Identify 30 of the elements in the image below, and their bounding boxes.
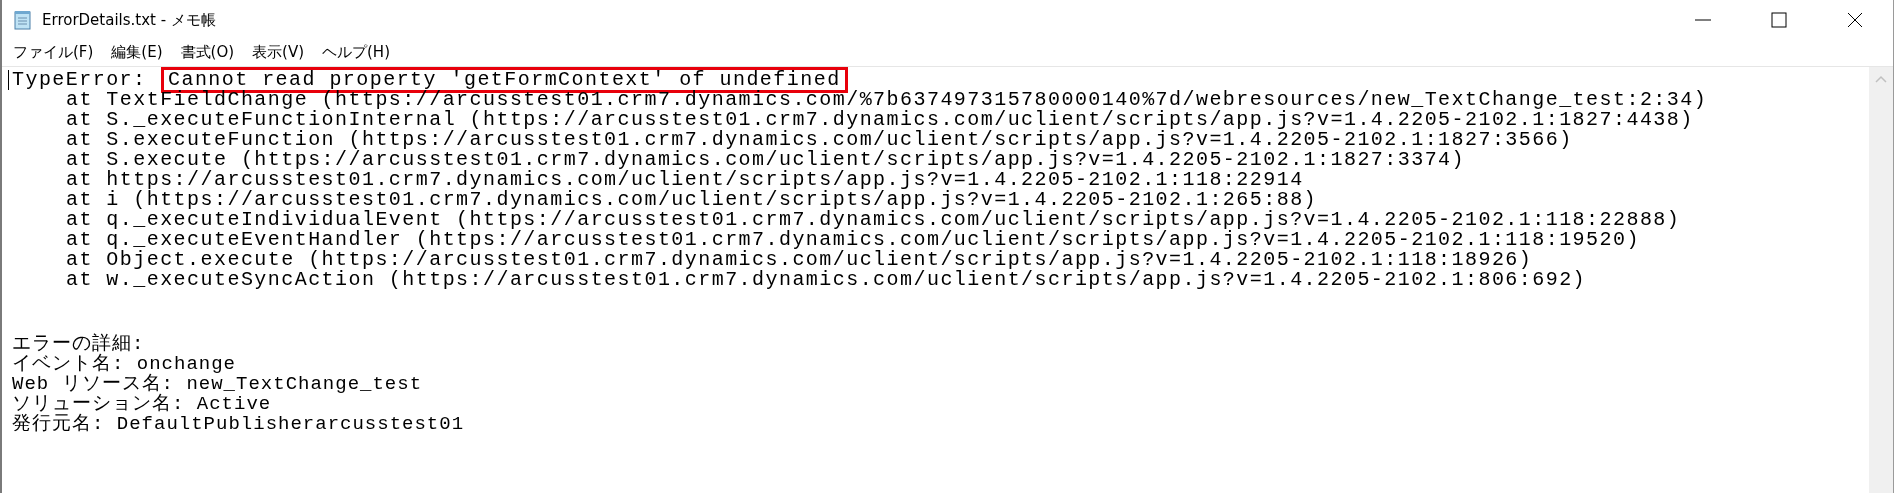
text-line: at w._executeSyncAction (https://arcusstest01.crm7.dynamics.com/uclient/scripts/app.js?v=1.4.2205-2102.1:806:692) [66, 270, 1587, 290]
text-line: at https://arcusstest01.crm7.dynamics.com/uclient/scripts/app.js?v=1.4.2205-2102.1:118:22914 [66, 170, 1304, 190]
text-cursor [8, 70, 9, 90]
text-line: at q._executeEventHandler (https://arcusstest01.crm7.dynamics.com/uclient/scripts/app.js?v=1.4.2205-2102.1:118:19520) [66, 230, 1640, 250]
text-line: Web リソース名: new_TextChange_test [12, 374, 424, 394]
text-line: at TextFieldChange (https://arcusstest01.crm7.dynamics.com/%7b637497315780000140%7d/webresources/new_TextChange_test:2:34) [66, 90, 1708, 110]
text-line: イベント名: onchange [12, 354, 238, 374]
text-line: エラーの詳細: [12, 334, 146, 354]
text-line: at i (https://arcusstest01.crm7.dynamics.com/uclient/scripts/app.js?v=1.4.2205-2102.1:265:88) [66, 190, 1318, 210]
text-line: at S.executeFunction (https://arcusstest01.crm7.dynamics.com/uclient/scripts/app.js?v=1.4.2205-2102.1:1827:3566) [66, 130, 1573, 150]
menu-item[interactable]: 編集(E) [104, 42, 174, 62]
text-line: 発行元名: DefaultPublisherarcusstest01 [12, 414, 466, 434]
text-line: at q._executeIndividualEvent (https://arcusstest01.crm7.dynamics.com/uclient/scripts/app.js?v=1.4.2205-2102.1:118:22888) [66, 210, 1681, 230]
maximize-icon [1771, 12, 1787, 28]
menu-item[interactable]: ヘルプ(H) [315, 42, 401, 62]
highlighted-text: Cannot read property 'getFormContext' of undefined [164, 70, 845, 90]
scroll-up-icon[interactable] [1875, 75, 1887, 83]
close-icon [1847, 12, 1863, 28]
scrollbar[interactable] [1869, 67, 1893, 493]
text-line: ソリューション名: Active [12, 394, 273, 414]
text-line: at S._executeFunctionInternal (https://arcusstest01.crm7.dynamics.com/uclient/scripts/app.js?v=1.4.2205-2102.1:1827:4438) [66, 110, 1694, 130]
window-title: ErrorDetails.txt - メモ帳 [42, 10, 216, 30]
menu-item[interactable]: 表示(V) [245, 42, 315, 62]
text-line: at S.execute (https://arcusstest01.crm7.dynamics.com/uclient/scripts/app.js?v=1.4.2205-2102.1:1827:3374) [66, 150, 1465, 170]
text-line: at Object.execute (https://arcusstest01.crm7.dynamics.com/uclient/scripts/app.js?v=1.4.2205-2102.1:118:18926) [66, 250, 1533, 270]
menu-item[interactable]: ファイル(F) [6, 42, 105, 62]
menu-item[interactable]: 書式(O) [173, 42, 246, 62]
notepad-icon [14, 10, 32, 30]
text-line: TypeError: [12, 70, 147, 90]
minimize-icon [1695, 19, 1711, 21]
